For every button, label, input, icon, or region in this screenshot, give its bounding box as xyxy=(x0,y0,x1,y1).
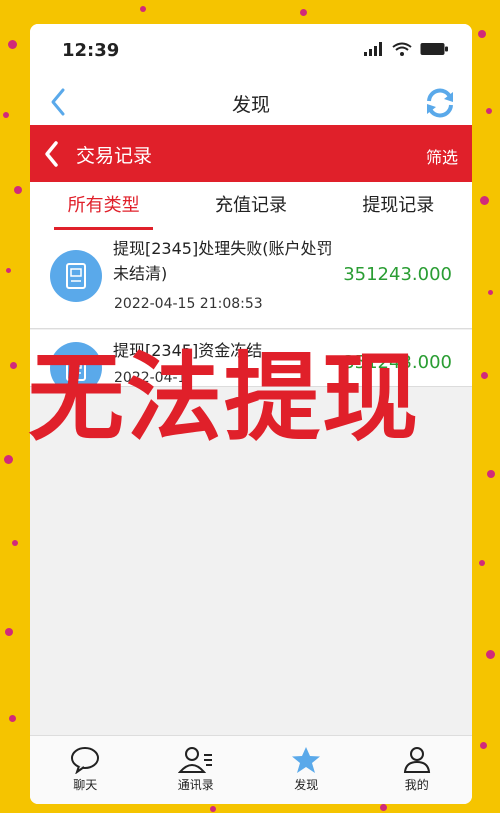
overlay-caption: 无法提现 xyxy=(28,342,420,454)
page-title: 发现 xyxy=(231,94,270,116)
header-title: 交易记录 xyxy=(76,145,153,167)
status-bar: 12:39 xyxy=(30,24,472,80)
bottom-tab-chat[interactable]: 聊天 xyxy=(30,736,141,804)
refresh-icon[interactable] xyxy=(422,85,458,121)
signal-icon xyxy=(364,42,382,56)
record-date: 2022-04-15 21:08:53 xyxy=(114,296,263,312)
filter-button[interactable]: 筛选 xyxy=(426,144,458,168)
navigation-bar: 发现 xyxy=(30,80,472,125)
bottom-tab-contacts[interactable]: 通讯录 xyxy=(141,736,252,804)
chat-icon xyxy=(71,747,100,774)
bottom-tab-label: 通讯录 xyxy=(177,778,214,792)
record-amount: 351243.000 xyxy=(343,264,452,285)
receipt-icon xyxy=(50,250,102,302)
star-icon xyxy=(292,747,321,773)
tab-all-types[interactable]: 所有类型 xyxy=(30,182,177,230)
bottom-tab-label: 聊天 xyxy=(73,778,98,792)
person-icon xyxy=(403,747,430,773)
bottom-tab-label: 我的 xyxy=(404,778,429,792)
bottom-tab-bar: 聊天 通讯录 发现 我的 xyxy=(30,735,472,804)
transaction-header: 交易记录 筛选 xyxy=(30,125,472,182)
wifi-icon xyxy=(392,42,412,56)
record-title: 提现[2345]处理失败(账户处罚未结清) xyxy=(113,239,333,283)
back-arrow-icon[interactable] xyxy=(42,140,62,168)
tab-withdrawal-records[interactable]: 提现记录 xyxy=(325,182,472,230)
contacts-icon xyxy=(177,747,212,773)
bottom-tab-discover[interactable]: 发现 xyxy=(251,736,362,804)
record-tabs: 所有类型 充值记录 提现记录 xyxy=(30,182,472,230)
battery-icon xyxy=(420,43,448,55)
status-time: 12:39 xyxy=(62,40,120,61)
list-item[interactable]: 提现[2345]处理失败(账户处罚未结清) 2022-04-15 21:08:5… xyxy=(30,230,472,329)
tab-deposit-records[interactable]: 充值记录 xyxy=(177,182,324,230)
bottom-tab-label: 发现 xyxy=(294,778,319,792)
bottom-tab-me[interactable]: 我的 xyxy=(362,736,473,804)
